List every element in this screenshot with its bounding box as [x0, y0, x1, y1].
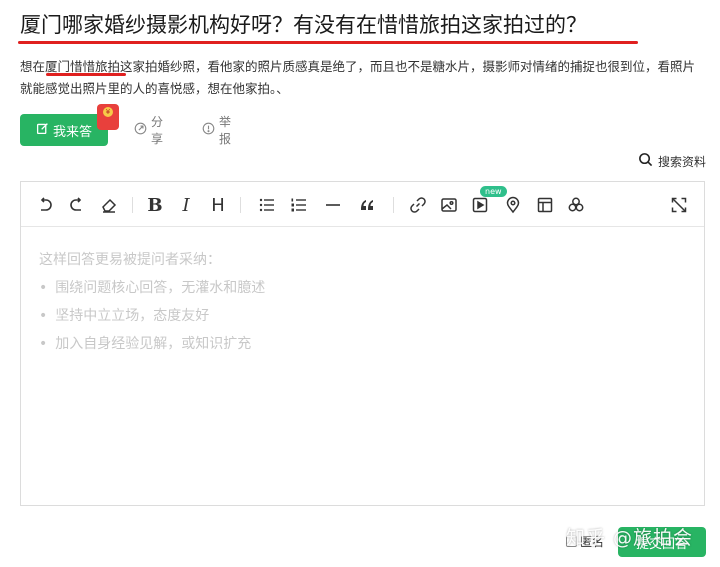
placeholder-tip: 围绕问题核心回答，无灌水和臆述: [39, 274, 265, 302]
share-label: 分享: [151, 115, 164, 146]
question-description: 想在厦门惜惜旅拍这家拍婚纱照，看他家的照片质感真是绝了，而且也不是糖水片，摄影师…: [20, 59, 696, 96]
editor-placeholder: 这样回答更易被提问者采纳： 围绕问题核心回答，无灌水和臆述 坚持中立立场，态度友…: [39, 246, 265, 358]
answer-editor[interactable]: B I H new 这样回答更易被提问者采纳： • 围绕问题核心回答，无灌水和臆…: [20, 181, 705, 506]
editor-footer: 匿名 提交回答 知乎 @旅拍会: [0, 522, 720, 562]
bold-icon[interactable]: B: [144, 194, 166, 216]
numbered-list-icon[interactable]: [288, 194, 310, 216]
search-materials-label: 搜索资料: [657, 154, 706, 169]
anonymous-checkbox[interactable]: [566, 536, 577, 547]
placeholder-tip: 加入自身经验见解，或知识扩充: [39, 330, 265, 358]
share-button[interactable]: 分享: [134, 114, 163, 146]
bulleted-list-icon[interactable]: [256, 194, 278, 216]
edit-icon: [36, 122, 49, 139]
red-packet-icon[interactable]: ¥: [97, 104, 119, 130]
anonymous-toggle[interactable]: 匿名: [566, 533, 604, 550]
heading-icon[interactable]: H: [207, 194, 229, 216]
description-underline-mark: [46, 73, 126, 76]
divider-line-icon[interactable]: [322, 194, 344, 216]
editor-toolbar: B I H new: [21, 182, 704, 227]
coin-icon: ¥: [103, 107, 113, 117]
image-icon[interactable]: [438, 194, 460, 216]
title-underline-mark: [18, 41, 638, 44]
italic-icon[interactable]: I: [175, 194, 197, 216]
answer-button[interactable]: 我来答: [20, 114, 108, 146]
toolbar-divider: [240, 197, 241, 213]
share-icon: [134, 122, 147, 138]
undo-icon[interactable]: [34, 194, 56, 216]
warning-icon: [202, 122, 215, 138]
answer-button-label: 我来答: [52, 124, 92, 140]
quote-icon[interactable]: [356, 194, 378, 216]
more-tools-icon[interactable]: [565, 194, 587, 216]
placeholder-title: 这样回答更易被提问者采纳：: [39, 252, 221, 268]
table-icon[interactable]: [534, 194, 556, 216]
placeholder-tips: 围绕问题核心回答，无灌水和臆述 坚持中立立场，态度友好 加入自身经验见解，或知识…: [39, 274, 265, 358]
link-icon[interactable]: [407, 194, 429, 216]
search-materials-button[interactable]: 搜索资料: [638, 152, 706, 170]
question-title: 厦门哪家婚纱摄影机构好呀？有没有在惜惜旅拍这家拍过的？: [20, 13, 587, 37]
report-label: 举报: [219, 115, 232, 146]
anonymous-label: 匿名: [580, 535, 605, 549]
video-icon[interactable]: [469, 194, 491, 216]
fullscreen-icon[interactable]: [668, 194, 690, 216]
toolbar-divider: [393, 197, 394, 213]
submit-answer-button[interactable]: 提交回答: [618, 527, 706, 557]
eraser-icon[interactable]: [98, 194, 120, 216]
placeholder-tip: 坚持中立立场，态度友好: [39, 302, 265, 330]
search-icon: [638, 152, 653, 170]
redo-icon[interactable]: [66, 194, 88, 216]
report-button[interactable]: 举报: [202, 114, 231, 146]
location-pin-icon[interactable]: [502, 194, 524, 216]
toolbar-divider: [132, 197, 133, 213]
